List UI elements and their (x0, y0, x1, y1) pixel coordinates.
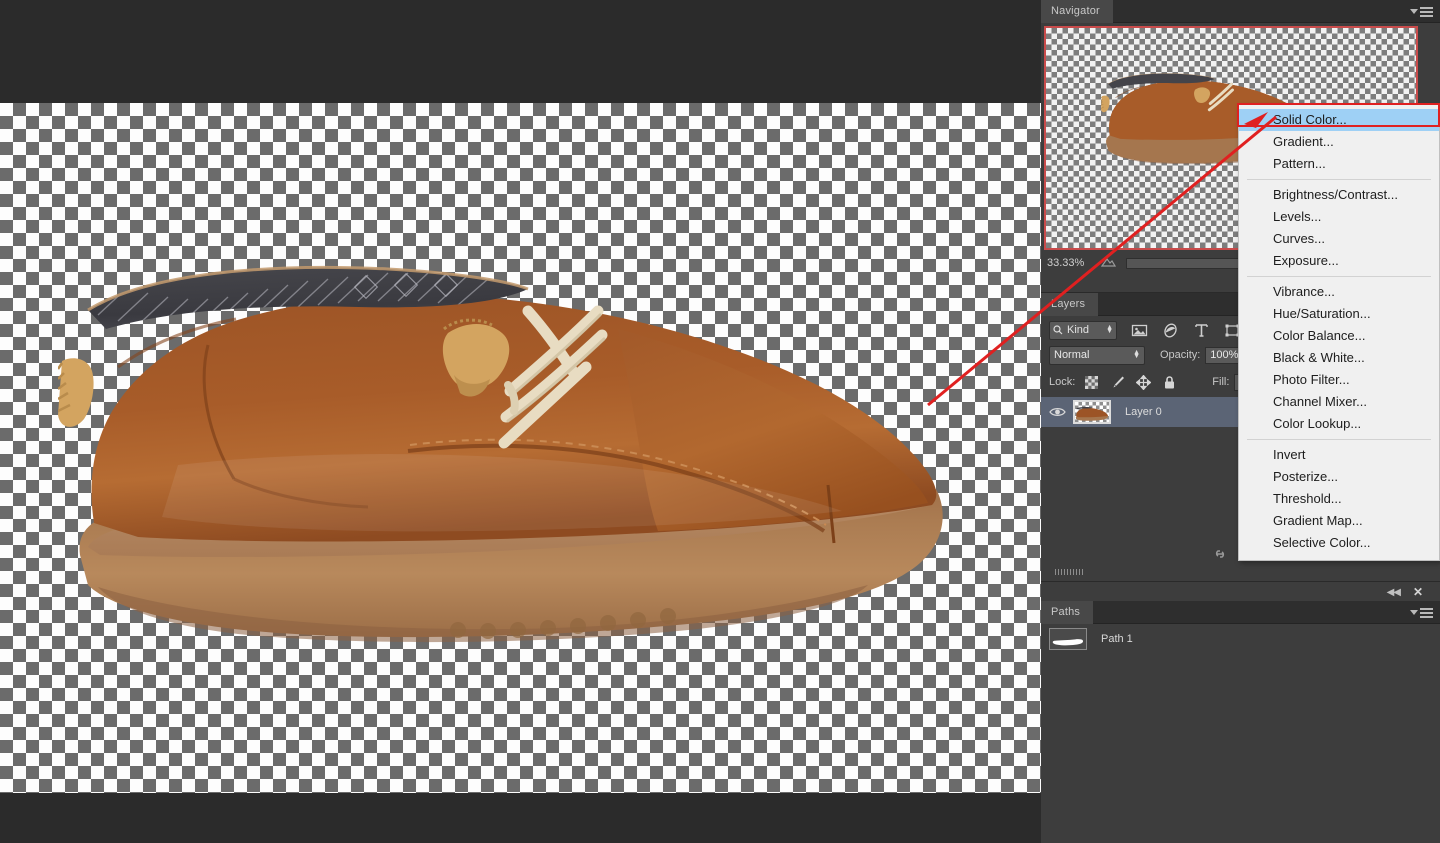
menu-item-solid-color[interactable]: Solid Color... (1239, 109, 1439, 131)
tab-paths[interactable]: Paths (1041, 601, 1093, 624)
menu-separator (1247, 179, 1431, 180)
menu-item-pattern[interactable]: Pattern... (1239, 153, 1439, 175)
lock-icon-group (1084, 375, 1177, 390)
menu-item-curves[interactable]: Curves... (1239, 228, 1439, 250)
paths-list: Path 1 (1041, 625, 1440, 653)
menu-item-channel-mixer[interactable]: Channel Mixer... (1239, 391, 1439, 413)
menu-separator (1247, 439, 1431, 440)
blend-mode-select[interactable]: Normal ▲▼ (1049, 346, 1145, 365)
layer-name: Layer 0 (1125, 406, 1162, 418)
menu-item-threshold[interactable]: Threshold... (1239, 488, 1439, 510)
shoe-artwork (58, 255, 968, 655)
layer-thumbnail[interactable] (1073, 400, 1111, 424)
document-canvas[interactable] (0, 0, 1041, 843)
path-name: Path 1 (1101, 633, 1133, 645)
type-layer-filter-icon[interactable] (1193, 322, 1210, 339)
menu-item-posterize[interactable]: Posterize... (1239, 466, 1439, 488)
lock-all-icon[interactable] (1162, 375, 1177, 390)
lock-image-pixels-icon[interactable] (1110, 375, 1125, 390)
menu-item-vibrance[interactable]: Vibrance... (1239, 281, 1439, 303)
menu-item-hue-saturation[interactable]: Hue/Saturation... (1239, 303, 1439, 325)
lock-position-icon[interactable] (1136, 375, 1151, 390)
pixel-layer-filter-icon[interactable] (1131, 322, 1148, 339)
fill-label: Fill: (1212, 376, 1229, 388)
chevron-down-icon (1410, 9, 1418, 14)
layers-resize-grip[interactable] (1055, 569, 1083, 575)
collapse-to-icons-icon[interactable]: ◀◀ (1387, 587, 1400, 598)
hamburger-icon (1420, 7, 1433, 17)
zoom-out-mountain-icon[interactable] (1101, 254, 1116, 272)
stepper-arrows-icon[interactable]: ▲▼ (1106, 326, 1113, 334)
paths-tabbar: Paths (1041, 601, 1440, 624)
menu-item-gradient[interactable]: Gradient... (1239, 131, 1439, 153)
navigator-zoom-value[interactable]: 33.33% (1041, 257, 1101, 269)
tab-layers[interactable]: Layers (1041, 293, 1098, 316)
menu-item-gradient-map[interactable]: Gradient Map... (1239, 510, 1439, 532)
menu-item-color-lookup[interactable]: Color Lookup... (1239, 413, 1439, 435)
tab-navigator[interactable]: Navigator (1041, 0, 1113, 23)
list-item[interactable]: Path 1 (1041, 625, 1440, 653)
paths-panel-menu-icon[interactable] (1411, 606, 1433, 619)
navigator-panel-menu-icon[interactable] (1411, 5, 1433, 18)
navigator-tabbar: Navigator (1041, 0, 1440, 23)
chevron-down-icon (1410, 610, 1418, 615)
layer-visibility-toggle[interactable] (1041, 406, 1073, 418)
layer-filter-kind-select[interactable]: Kind ▲▼ (1049, 321, 1117, 340)
blend-mode-value: Normal (1054, 349, 1133, 361)
menu-item-color-balance[interactable]: Color Balance... (1239, 325, 1439, 347)
menu-item-brightness-contrast[interactable]: Brightness/Contrast... (1239, 184, 1439, 206)
layer-filter-kind-label: Kind (1067, 324, 1102, 336)
menu-separator (1247, 276, 1431, 277)
hamburger-icon (1420, 608, 1433, 618)
new-fill-or-adjustment-layer-menu[interactable]: Solid Color... Gradient... Pattern... Br… (1238, 104, 1440, 561)
adjustment-layer-filter-icon[interactable] (1162, 322, 1179, 339)
menu-item-selective-color[interactable]: Selective Color... (1239, 532, 1439, 554)
menu-item-exposure[interactable]: Exposure... (1239, 250, 1439, 272)
lock-transparent-pixels-icon[interactable] (1084, 375, 1099, 390)
paths-panel: ◀◀ ✕ Paths Path 1 (1041, 581, 1440, 843)
menu-item-levels[interactable]: Levels... (1239, 206, 1439, 228)
stepper-arrows-icon[interactable]: ▲▼ (1133, 351, 1140, 359)
menu-item-black-and-white[interactable]: Black & White... (1239, 347, 1439, 369)
path-thumbnail[interactable] (1049, 628, 1087, 650)
menu-item-photo-filter[interactable]: Photo Filter... (1239, 369, 1439, 391)
lock-label: Lock: (1049, 376, 1075, 388)
magnifier-icon (1053, 325, 1063, 335)
shoe-heel-tab (58, 358, 94, 427)
opacity-label: Opacity: (1160, 349, 1200, 361)
link-layers-icon[interactable] (1211, 545, 1229, 563)
menu-item-invert[interactable]: Invert (1239, 444, 1439, 466)
close-icon[interactable]: ✕ (1413, 585, 1423, 599)
